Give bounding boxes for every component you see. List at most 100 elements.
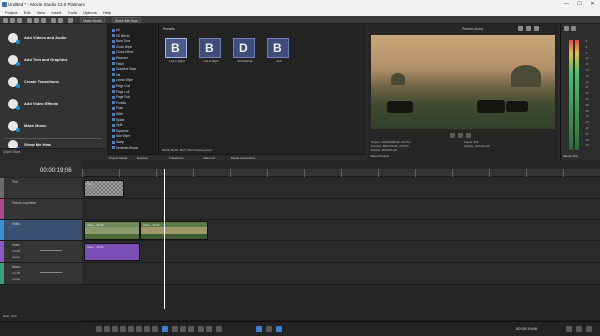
tab-video-preview[interactable]: Video Preview: [370, 154, 389, 158]
save-icon[interactable]: [17, 17, 22, 23]
task-create-transitions[interactable]: Create Transitions: [4, 72, 102, 94]
effects-tree-item[interactable]: Cross Effect: [111, 50, 133, 54]
track-header-pip[interactable]: Picture-in-picture: [0, 199, 82, 220]
effects-tree-item[interactable]: Page Roll: [112, 95, 130, 99]
redo-icon[interactable]: [58, 17, 63, 23]
play-button[interactable]: [120, 325, 126, 332]
timeline-ruler[interactable]: [82, 169, 600, 177]
tab-transitions[interactable]: Transitions: [169, 156, 184, 160]
effects-tree-item[interactable]: Linear Wipe: [111, 78, 133, 82]
track-lane-voice[interactable]: Voice - 00:00: [82, 241, 600, 263]
paste-icon[interactable]: [41, 17, 46, 23]
effects-tree-item[interactable]: Dissolve: [111, 56, 128, 60]
effects-tree-item[interactable]: Clock Wipe: [111, 45, 132, 49]
playhead-cursor[interactable]: [164, 169, 165, 309]
stop-button[interactable]: [136, 325, 142, 332]
effects-tree-item[interactable]: Spiral: [111, 118, 124, 122]
open-icon[interactable]: [10, 17, 15, 23]
snapshot-icon[interactable]: [526, 26, 531, 31]
volume-slider[interactable]: [40, 272, 62, 273]
track-header-text[interactable]: Text: [0, 178, 82, 199]
trim-end-button[interactable]: [188, 325, 194, 332]
loop-button[interactable]: [104, 325, 110, 332]
menu-help[interactable]: Help: [103, 9, 111, 16]
mixer-settings-icon[interactable]: [564, 26, 569, 31]
preview-pause-button[interactable]: [458, 133, 463, 138]
track-lane-music[interactable]: [82, 263, 600, 285]
normal-edit-tool-button[interactable]: [162, 325, 168, 332]
text-clip[interactable]: Text: [84, 180, 124, 197]
video-clip[interactable]: Video - 00:00: [140, 221, 208, 240]
menu-project[interactable]: Project: [5, 9, 17, 16]
undo-icon[interactable]: [51, 17, 56, 23]
preset-thumbnail[interactable]: B Left to Right: [199, 38, 221, 63]
effects-tree-item[interactable]: Page Loll: [111, 90, 129, 94]
task-add-text-graphics[interactable]: Add Text and Graphics: [4, 50, 102, 72]
auto-ripple-button[interactable]: [206, 325, 212, 332]
track-header-voice[interactable]: Voice 0.0 dB Center: [0, 241, 82, 263]
split-button[interactable]: [172, 325, 178, 332]
effects-tree-item[interactable]: Split: [111, 123, 122, 127]
menu-options[interactable]: Options: [83, 9, 97, 16]
track-header-video[interactable]: Video: [0, 220, 82, 241]
quick-start-tab[interactable]: Quick Start: [0, 148, 106, 154]
preset-thumbnail[interactable]: D Old Machine: [233, 38, 255, 63]
effects-tree-item[interactable]: Squeeze: [112, 129, 129, 133]
record-button[interactable]: [96, 325, 102, 332]
make-movie-button[interactable]: Make Movie: [80, 17, 105, 23]
menu-edit[interactable]: Edit: [24, 9, 31, 16]
snap-icon[interactable]: [68, 17, 73, 23]
preview-mode-select[interactable]: Preview (Auto): [462, 27, 483, 31]
track-lane-empty[interactable]: [82, 285, 600, 321]
minimize-button[interactable]: —: [560, 0, 573, 9]
cut-icon[interactable]: [27, 17, 32, 23]
region-button[interactable]: [276, 325, 282, 332]
zoom-fit-button[interactable]: [586, 325, 592, 332]
overlay-icon[interactable]: [534, 26, 539, 31]
track-header-music[interactable]: Music 0.0 dB Center: [0, 263, 82, 285]
effects-tree-item[interactable]: Barn Door: [112, 39, 131, 43]
maximize-button[interactable]: ☐: [573, 0, 586, 9]
effects-tree-item[interactable]: Iris: [111, 73, 120, 77]
volume-slider[interactable]: [40, 250, 62, 251]
task-make-music[interactable]: Make Music: [4, 116, 102, 138]
show-me-how-button[interactable]: Show Me How: [112, 17, 141, 23]
effects-tree-item[interactable]: 3D Blinds: [112, 34, 130, 38]
preview-settings-icon[interactable]: [518, 26, 523, 31]
zoom-out-button[interactable]: [566, 325, 572, 332]
pause-button[interactable]: [128, 325, 134, 332]
effects-tree-item[interactable]: Swap: [112, 140, 124, 144]
crossfade-button[interactable]: [256, 325, 262, 332]
tab-project-media[interactable]: Project Media: [109, 156, 127, 160]
mixer-mute-icon[interactable]: [571, 26, 576, 31]
track-lane-pip[interactable]: [82, 199, 600, 220]
menu-view[interactable]: View: [37, 9, 46, 16]
effects-tree-item[interactable]: Portals: [112, 101, 126, 105]
tab-master-bus[interactable]: Master Bus: [563, 154, 578, 158]
copy-icon[interactable]: [34, 17, 39, 23]
effects-tree-item[interactable]: Push: [111, 106, 123, 110]
menu-insert[interactable]: Insert: [51, 9, 61, 16]
close-button[interactable]: ✕: [586, 0, 599, 9]
task-add-video-effects[interactable]: Add Video Effects: [4, 94, 102, 116]
effects-tree-item[interactable]: All: [112, 28, 120, 32]
preset-thumbnail[interactable]: B Left to Right: [165, 38, 187, 63]
audio-clip[interactable]: Voice - 00:00: [84, 243, 140, 261]
new-project-icon[interactable]: [3, 17, 8, 23]
preset-thumbnail[interactable]: B Sub: [267, 38, 289, 63]
delete-button[interactable]: [198, 325, 204, 332]
effects-tree-item[interactable]: Flash: [112, 62, 124, 66]
menu-tools[interactable]: Tools: [67, 9, 76, 16]
effects-tree-item[interactable]: Slide: [111, 112, 123, 116]
effects-tree-item[interactable]: Venetian Blinds: [112, 146, 138, 150]
tab-media-generators[interactable]: Media Generators: [231, 156, 255, 160]
preview-play-button[interactable]: [450, 133, 455, 138]
track-lane-text[interactable]: Text: [82, 178, 600, 199]
trim-start-button[interactable]: [180, 325, 186, 332]
zoom-in-button[interactable]: [576, 325, 582, 332]
effects-tree-item[interactable]: Star Wipe: [112, 134, 130, 138]
track-lane-video[interactable]: Video - 00:00 Video - 00:00: [82, 220, 600, 241]
preview-stop-button[interactable]: [466, 133, 471, 138]
play-from-start-button[interactable]: [112, 325, 118, 332]
go-to-start-button[interactable]: [144, 325, 150, 332]
